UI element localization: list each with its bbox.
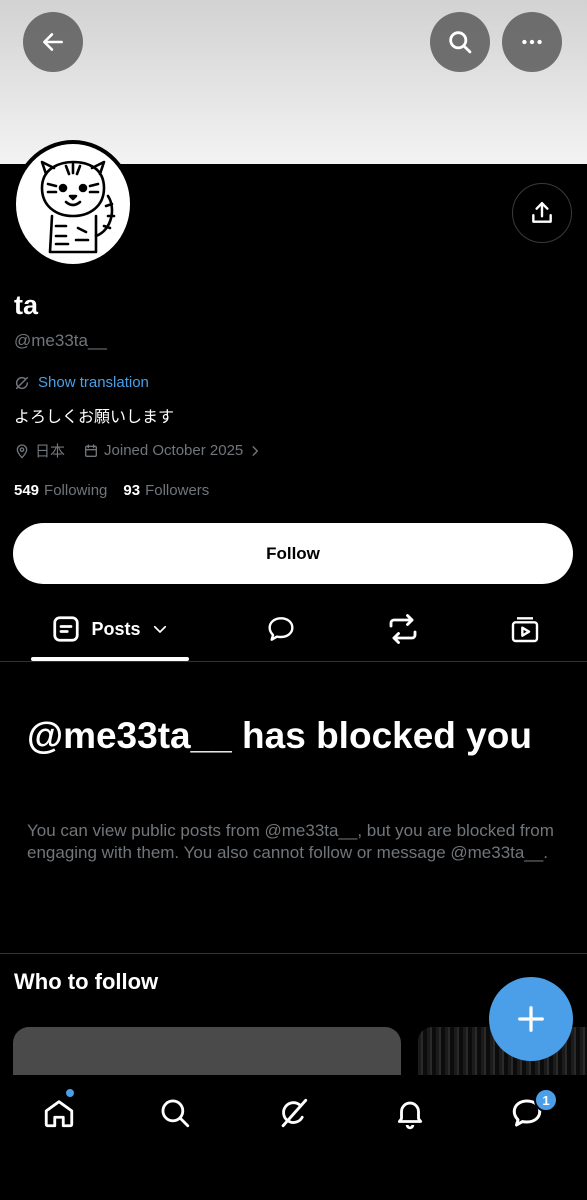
following-label: Following: [44, 482, 108, 499]
following-link[interactable]: 549 Following: [14, 482, 107, 499]
nav-home[interactable]: [39, 1093, 79, 1133]
more-button[interactable]: [502, 12, 562, 72]
share-icon: [532, 202, 552, 223]
blocked-description: You can view public posts from @me33ta__…: [27, 821, 554, 862]
more-icon: [522, 39, 542, 45]
compose-post-button[interactable]: [489, 977, 573, 1061]
tab-media[interactable]: [494, 598, 556, 660]
profile-tabs: Posts: [0, 598, 587, 662]
messages-badge: 1: [534, 1088, 558, 1112]
follow-button[interactable]: Follow: [13, 523, 573, 584]
chevron-down-icon: [153, 625, 166, 633]
share-button[interactable]: [512, 183, 572, 243]
tab-replies[interactable]: [250, 598, 312, 660]
search-button[interactable]: [430, 12, 490, 72]
tab-posts[interactable]: Posts: [31, 598, 189, 660]
search-icon: [161, 1099, 190, 1128]
tab-reposts[interactable]: [372, 598, 434, 660]
back-arrow-icon: [43, 33, 63, 51]
location-icon: [16, 443, 28, 458]
chevron-right-icon: [252, 445, 259, 456]
profile-bio: よろしくお願いします: [14, 409, 175, 426]
profile-stats: 549 Following 93 Followers: [14, 482, 209, 499]
repost-icon: [389, 614, 417, 644]
profile-meta: 日本 Joined October 2025: [14, 440, 280, 461]
tab-posts-label: Posts: [91, 618, 141, 639]
following-count: 549: [14, 482, 40, 499]
profile-handle: @me33ta__: [14, 331, 107, 350]
followers-label: Followers: [145, 482, 210, 499]
location-item: 日本: [14, 440, 65, 461]
avatar[interactable]: [12, 140, 134, 268]
location-text: 日本: [35, 443, 66, 460]
show-translation-label: Show translation: [38, 374, 149, 391]
active-tab-indicator: [31, 657, 189, 661]
posts-icon: [53, 616, 80, 642]
nav-notifications[interactable]: [390, 1093, 430, 1133]
who-to-follow-title: Who to follow: [14, 969, 159, 994]
profile-banner[interactable]: [0, 0, 587, 164]
reply-icon: [268, 617, 294, 641]
blocked-title: @me33ta__ has blocked you: [27, 715, 532, 756]
nav-grok[interactable]: [273, 1093, 313, 1133]
section-divider: [0, 953, 587, 954]
media-icon: [511, 617, 539, 643]
search-icon: [449, 31, 472, 54]
back-button[interactable]: [23, 12, 83, 72]
profile-name: ta: [14, 290, 39, 320]
bottom-nav: 1: [0, 1075, 587, 1200]
followers-link[interactable]: 93 Followers: [123, 482, 209, 499]
tiger-avatar-image: [40, 160, 116, 254]
home-icon: [44, 1100, 74, 1128]
show-translation-link[interactable]: Show translation: [14, 374, 149, 391]
home-notification-dot: [66, 1089, 74, 1097]
nav-search[interactable]: [155, 1093, 195, 1133]
followers-count: 93: [123, 482, 141, 499]
translate-icon: [15, 376, 29, 389]
joined-item[interactable]: Joined October 2025: [83, 442, 262, 459]
grok-icon: [281, 1098, 308, 1128]
joined-text: Joined October 2025: [104, 442, 244, 459]
plus-icon: [518, 1006, 544, 1032]
bell-icon: [397, 1101, 423, 1130]
calendar-icon: [85, 443, 98, 457]
